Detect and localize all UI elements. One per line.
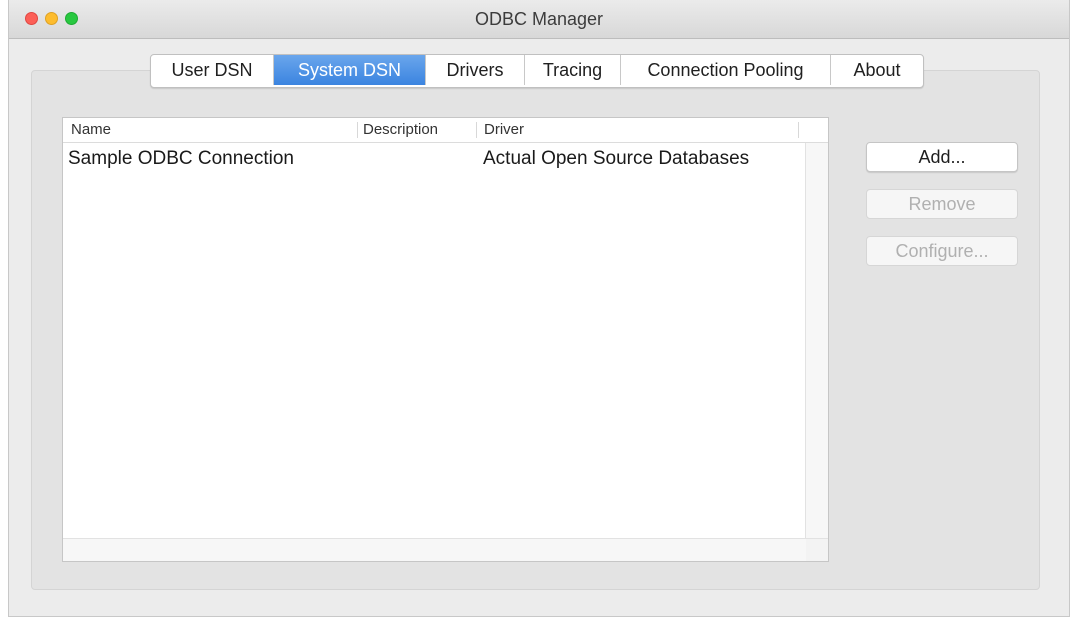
table-row[interactable]: Sample ODBC Connection Actual Open Sourc…: [63, 145, 800, 171]
title-bar[interactable]: ODBC Manager: [9, 0, 1069, 39]
horizontal-scrollbar[interactable]: [63, 538, 828, 561]
remove-button[interactable]: Remove: [866, 189, 1018, 219]
column-header-description[interactable]: Description: [363, 121, 438, 138]
dsn-name-cell: Sample ODBC Connection: [68, 148, 294, 169]
configure-button[interactable]: Configure...: [866, 236, 1018, 266]
column-divider[interactable]: [476, 122, 477, 138]
dsn-driver-cell: Actual Open Source Databases: [483, 148, 750, 169]
scrollbar-corner: [806, 539, 828, 561]
column-header-name[interactable]: Name: [71, 121, 111, 138]
dsn-table[interactable]: Name Description Driver Sample ODBC Conn…: [62, 117, 829, 562]
table-header: Name Description Driver: [63, 118, 828, 143]
tab-system-dsn[interactable]: System DSN: [274, 55, 426, 85]
column-header-driver[interactable]: Driver: [484, 121, 524, 138]
tab-tracing[interactable]: Tracing: [525, 55, 621, 85]
tab-connection-pooling[interactable]: Connection Pooling: [621, 55, 831, 85]
tab-drivers[interactable]: Drivers: [426, 55, 525, 85]
tab-user-dsn[interactable]: User DSN: [151, 55, 274, 85]
column-divider[interactable]: [798, 122, 799, 138]
tab-bar: User DSN System DSN Drivers Tracing Conn…: [150, 54, 924, 88]
vertical-scrollbar[interactable]: [805, 143, 828, 539]
tab-about[interactable]: About: [831, 55, 923, 85]
column-divider[interactable]: [357, 122, 358, 138]
window-title: ODBC Manager: [474, 9, 604, 29]
add-button[interactable]: Add...: [866, 142, 1018, 172]
